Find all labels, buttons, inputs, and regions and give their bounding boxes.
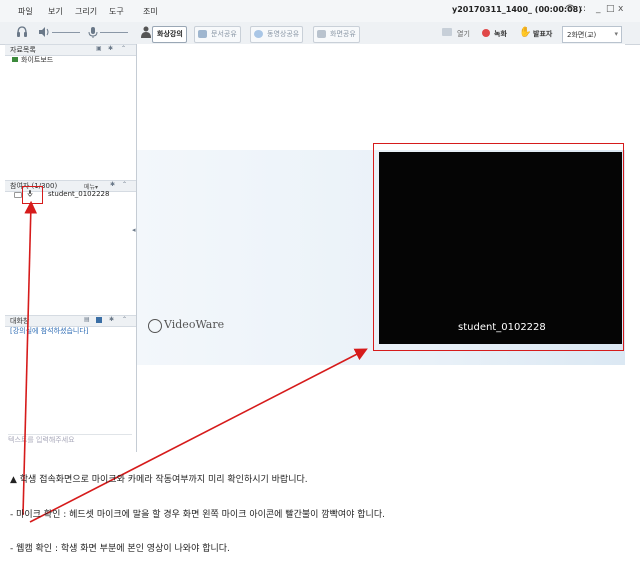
caption-intro: ▲ 학생 접속화면으로 마이크와 카메라 작동여부까지 미리 확인하시기 바랍니… [10, 475, 308, 485]
mic-arrow [22, 200, 38, 516]
webcam-arrow [29, 348, 368, 523]
caption-webcam-check: - 웹캠 확인 : 학생 화면 부분에 본인 영상이 나와야 합니다. [10, 544, 230, 554]
caption-mic-check: - 마이크 확인 : 헤드셋 마이크에 말을 할 경우 화면 왼쪽 마이크 아이… [10, 510, 385, 520]
